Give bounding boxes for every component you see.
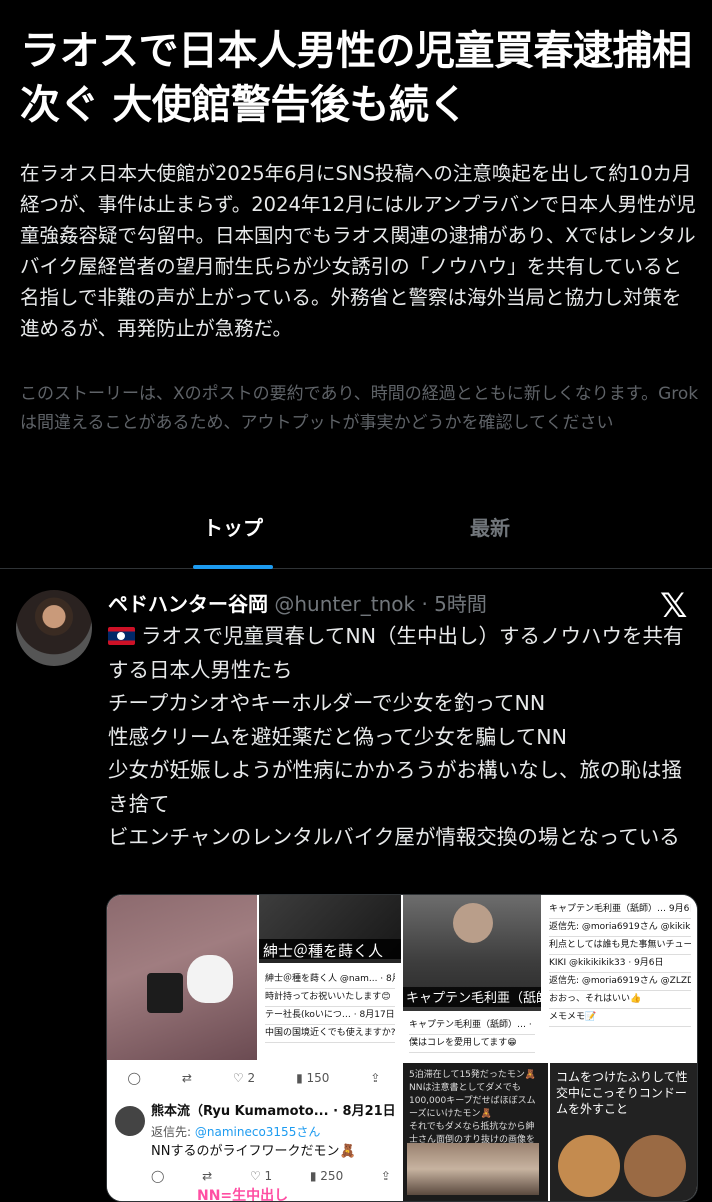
laos-flag-icon	[108, 627, 135, 645]
room-photo	[407, 1143, 539, 1195]
post-media[interactable]: 紳士＠種を蒔く人 紳士＠種を蒔く人 @nam... · 8月17日 時計持ってお…	[106, 894, 698, 1202]
post-line: 性感クリームを避妊薬だと偽って少女を騙してNN	[108, 724, 567, 749]
post-author-line: ペドハンター谷岡 @hunter_tnok · 5時間	[108, 588, 648, 617]
feed-tabs: トップ 最新	[0, 500, 712, 569]
screenshot-line: キャプテン毛利亜（舐師）… 9月6日	[549, 901, 691, 919]
post-line: ラオスで児童買春してNN（生中出し）するノウハウを共有する日本人男性たち	[108, 624, 684, 682]
avatar	[115, 1106, 145, 1136]
screenshot-line: 中国の国境近くでも使えますか?	[265, 1025, 395, 1043]
tab-latest[interactable]: 最新	[420, 512, 560, 541]
screenshot-line: 5泊滞在して15発だったモン🧸	[409, 1070, 537, 1080]
repost-icon: ⇄	[202, 1169, 213, 1183]
active-tab-indicator	[193, 565, 273, 569]
bear-figure	[558, 1135, 620, 1197]
media-dark-screenshot[interactable]: 5泊滞在して15発だったモン🧸 NNは注意書としてダメでも100,000キープだ…	[403, 1063, 548, 1201]
post-line: 少女が妊娠しようが性病にかかろうがお構いなし、旅の恥は掻き捨て	[108, 758, 682, 816]
media-caption: 紳士＠種を蒔く人	[259, 939, 401, 963]
share-icon: ⇪	[370, 1071, 381, 1085]
post-line: ビエンチャンのレンタルバイク屋が情報交換の場となっている	[108, 825, 680, 849]
reply-icon: ◯	[127, 1071, 141, 1085]
grok-disclaimer: このストーリーは、Xのポストの要約であり、時間の経過とともに新しくなります。Gr…	[20, 384, 699, 433]
screenshot-line: 利点としては誰も見た事無いチューブなので避妊薬だと言うと信じてくれる。	[549, 937, 691, 955]
media-actions-row: ◯ ⇄ ♡ 2 ▮ 150 ⇪	[107, 1062, 401, 1094]
screenshot-line: 紳士＠種を蒔く人 @nam... · 8月17日	[265, 971, 395, 989]
reply-to: 返信先: @namineco3155さん	[151, 1125, 321, 1139]
screenshot-line: 返信先: @moria6919さん @kikikikik33さん @ZLZD41…	[549, 919, 691, 937]
like-count: ♡ 2	[232, 1071, 256, 1085]
reply-icon: ◯	[151, 1169, 165, 1183]
screenshot-line: 時計持ってお祝いいたします😊	[265, 989, 395, 1007]
story-headline: ラオスで日本人男性の児童買春逮捕相次ぐ 大使館警告後も続く	[20, 28, 692, 128]
post-card[interactable]: ペドハンター谷岡 @hunter_tnok · 5時間 𝕏 ラオスで児童買春して…	[0, 570, 712, 1202]
media-caption: キャプテン毛利亜（舐師）	[403, 987, 541, 1011]
bear-figure	[624, 1135, 686, 1197]
post-line: チープカシオやキーホルダーで少女を釣ってNN	[108, 691, 546, 715]
story-summary: 在ラオス日本大使館が2025年6月にSNS投稿への注意喚起を出して約10カ月経つ…	[20, 162, 696, 340]
media-screenshot[interactable]: キャプテン毛利亜（舐師）… · 9月5日 僕はコレを愛用してます😁	[403, 1011, 541, 1061]
image-caption: コムをつけたふりして性交中にこっそりコンドームを外すこと	[556, 1070, 688, 1116]
reply-text: NNするのがライフワークだモン🧸	[151, 1144, 356, 1159]
screenshot-line: テー社長(koいにつ… · 8月17日	[265, 1007, 395, 1025]
media-reply-screenshot[interactable]: 熊本流（Ryu Kumamoto... · 8月21日 返信先: @namine…	[107, 1094, 401, 1201]
overlay-caption: NN=生中出し	[197, 1188, 289, 1201]
screenshot-line: メモメモ📝	[549, 1009, 691, 1027]
avatar[interactable]	[16, 590, 92, 666]
post-time[interactable]: · 5時間	[421, 592, 486, 616]
author-handle[interactable]: @hunter_tnok	[274, 592, 415, 616]
media-image-dolls[interactable]: コムをつけたふりして性交中にこっそりコンドームを外すこと	[550, 1063, 697, 1201]
screenshot-line: キャプテン毛利亜（舐師）… · 9月5日	[409, 1017, 535, 1035]
views-count: ▮ 150	[296, 1071, 330, 1085]
screenshot-line: おおっ、それはいい👍	[549, 991, 691, 1009]
reply-content: 熊本流（Ryu Kumamoto... · 8月21日 返信先: @namine…	[151, 1102, 396, 1162]
views-count: ▮ 250	[309, 1169, 344, 1183]
media-image-keychain[interactable]	[107, 895, 257, 1060]
author-name[interactable]: ペドハンター谷岡	[108, 592, 268, 616]
reply-author: 熊本流（Ryu Kumamoto... · 8月21日	[151, 1104, 396, 1119]
media-screenshot[interactable]: 紳士＠種を蒔く人 @nam... · 8月17日 時計持ってお祝いいたします😊 …	[259, 965, 401, 1060]
share-icon: ⇪	[380, 1169, 391, 1183]
screenshot-line: KIKI @kikikikik33 · 9月6日	[549, 955, 691, 973]
screenshot-line: NNは注意書としてダメでも100,000キープだせばほぼスムーズにいけたモン🧸	[409, 1083, 536, 1119]
like-count: ♡ 1	[249, 1169, 273, 1183]
reply-actions: ◯ ⇄ ♡ 1 ▮ 250 ⇪	[151, 1166, 391, 1186]
tab-top[interactable]: トップ	[163, 512, 303, 541]
screenshot-line: 返信先: @moria6919さん @ZLZD41さん	[549, 973, 691, 991]
screenshot-line: 僕はコレを愛用してます😁	[409, 1035, 535, 1053]
post-text: ラオスで児童買春してNN（生中出し）するノウハウを共有する日本人男性たち チープ…	[108, 620, 688, 855]
media-screenshot[interactable]: キャプテン毛利亜（舐師）… 9月6日 返信先: @moria6919さん @ki…	[543, 895, 697, 1060]
repost-icon: ⇄	[181, 1071, 192, 1085]
